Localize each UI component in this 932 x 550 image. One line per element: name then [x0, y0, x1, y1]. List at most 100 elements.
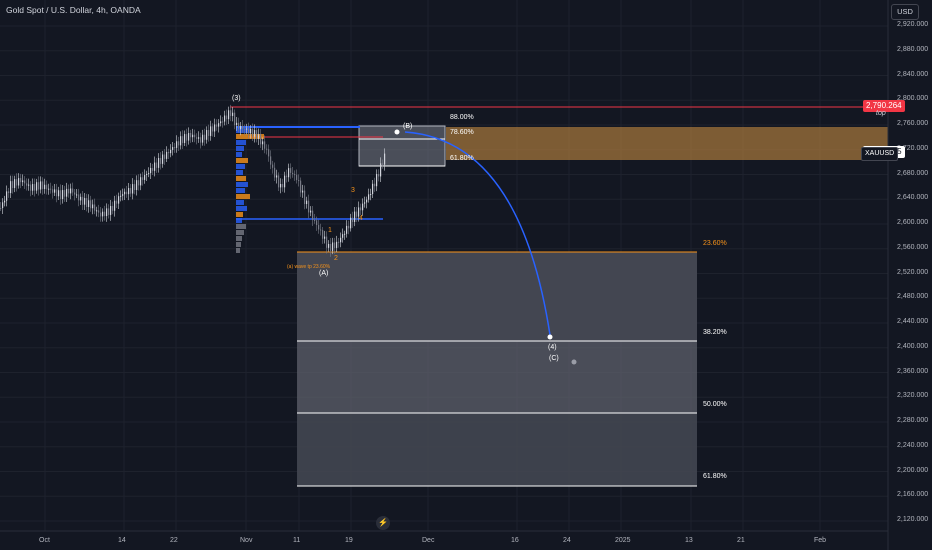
price-tick: 2,920.000 [897, 21, 929, 28]
candle-body [368, 194, 370, 200]
candle-body [20, 178, 22, 183]
volume-profile [236, 128, 264, 253]
candle-body [196, 137, 198, 139]
candle-body [84, 198, 86, 205]
time-tick: 16 [511, 537, 519, 544]
candle-body [32, 184, 34, 191]
candle-body [76, 194, 78, 196]
candle-body [290, 168, 292, 173]
candle-body [14, 179, 16, 188]
upper-fib-box[interactable] [358, 125, 446, 167]
projection-end-point[interactable] [547, 334, 553, 340]
time-tick: Nov [240, 537, 253, 544]
candle-body [350, 217, 352, 229]
candle-body [252, 128, 254, 137]
symbol-label: XAUUSD [861, 147, 899, 161]
candle-body [326, 236, 328, 248]
candle-body [306, 200, 308, 204]
candle-body [72, 188, 74, 193]
candle-body [10, 181, 12, 194]
candle-body [278, 175, 280, 188]
candle-body [64, 190, 66, 197]
subwave-label-4: 4 [359, 215, 363, 222]
candle-body [148, 173, 150, 175]
candle-body [28, 184, 30, 186]
price-tick: 2,760.000 [897, 120, 929, 127]
candle-body [314, 220, 316, 222]
candle-body [24, 180, 26, 184]
candle-body [262, 141, 264, 145]
candle-body [160, 158, 162, 164]
candle-body [380, 163, 382, 177]
candle-body [156, 162, 158, 168]
time-tick: Oct [39, 537, 50, 544]
candle-body [150, 167, 152, 174]
candle-body [6, 191, 8, 201]
candle-body [78, 194, 80, 201]
volume-bar [236, 164, 245, 169]
volume-bar [236, 158, 248, 163]
candle-body [222, 121, 224, 123]
candle-body [258, 134, 260, 139]
candle-body [324, 236, 326, 239]
candle-body [322, 230, 324, 239]
candle-body [362, 203, 364, 211]
projection-start-point[interactable] [394, 129, 400, 135]
volume-bar [236, 248, 240, 253]
volume-bar [236, 152, 242, 157]
candle-body [50, 188, 52, 190]
lightning-icon[interactable]: ⚡ [376, 516, 390, 530]
fib-label-88: 88.00% [450, 114, 474, 121]
candle-body [248, 128, 250, 134]
volume-bar [236, 230, 244, 235]
price-tick: 2,600.000 [897, 219, 929, 226]
time-tick: 13 [685, 537, 693, 544]
candle-body [230, 110, 232, 116]
candle-body [256, 130, 258, 139]
candle-body [194, 134, 196, 138]
candle-body [98, 210, 100, 213]
fib-zone-1 [297, 252, 697, 341]
wave-label-B: (B) [403, 123, 413, 130]
candle-body [22, 180, 24, 183]
candle-body [0, 208, 2, 209]
volume-bar [236, 236, 242, 241]
candle-body [336, 241, 338, 248]
candle-body [176, 141, 178, 148]
projection-marker [571, 359, 577, 365]
candle-body [112, 206, 114, 211]
candle-body [312, 210, 314, 221]
candle-body [308, 200, 310, 213]
candle-body [132, 184, 134, 194]
candle-body [284, 175, 286, 188]
candle-body [206, 130, 208, 140]
candle-body [300, 180, 302, 193]
currency-button[interactable]: USD [891, 4, 919, 20]
price-tick: 2,880.000 [897, 45, 929, 53]
time-tick: 11 [293, 537, 301, 544]
wave-label-3: (3) [232, 95, 241, 102]
volume-bar [236, 182, 248, 187]
candle-body [294, 174, 296, 176]
price-chart[interactable] [0, 0, 932, 550]
resistance-zone[interactable] [446, 127, 888, 160]
candle-body [200, 137, 202, 143]
candle-body [382, 163, 384, 165]
candle-body [52, 189, 54, 193]
candle-body [346, 225, 348, 234]
candle-body [334, 242, 336, 248]
candle-body [228, 110, 230, 120]
volume-bar [236, 194, 250, 199]
candle-body [90, 200, 92, 209]
volume-bar [236, 218, 242, 223]
price-tick: 2,640.000 [897, 194, 929, 202]
fib-zone-3 [297, 413, 697, 486]
candle-body [18, 178, 20, 186]
candle-body [310, 210, 312, 213]
candle-body [146, 173, 148, 176]
candle-body [330, 244, 332, 251]
price-tick: 2,160.000 [897, 491, 929, 499]
candle-body [4, 200, 6, 203]
candle-body [272, 164, 274, 168]
candle-body [226, 115, 228, 120]
